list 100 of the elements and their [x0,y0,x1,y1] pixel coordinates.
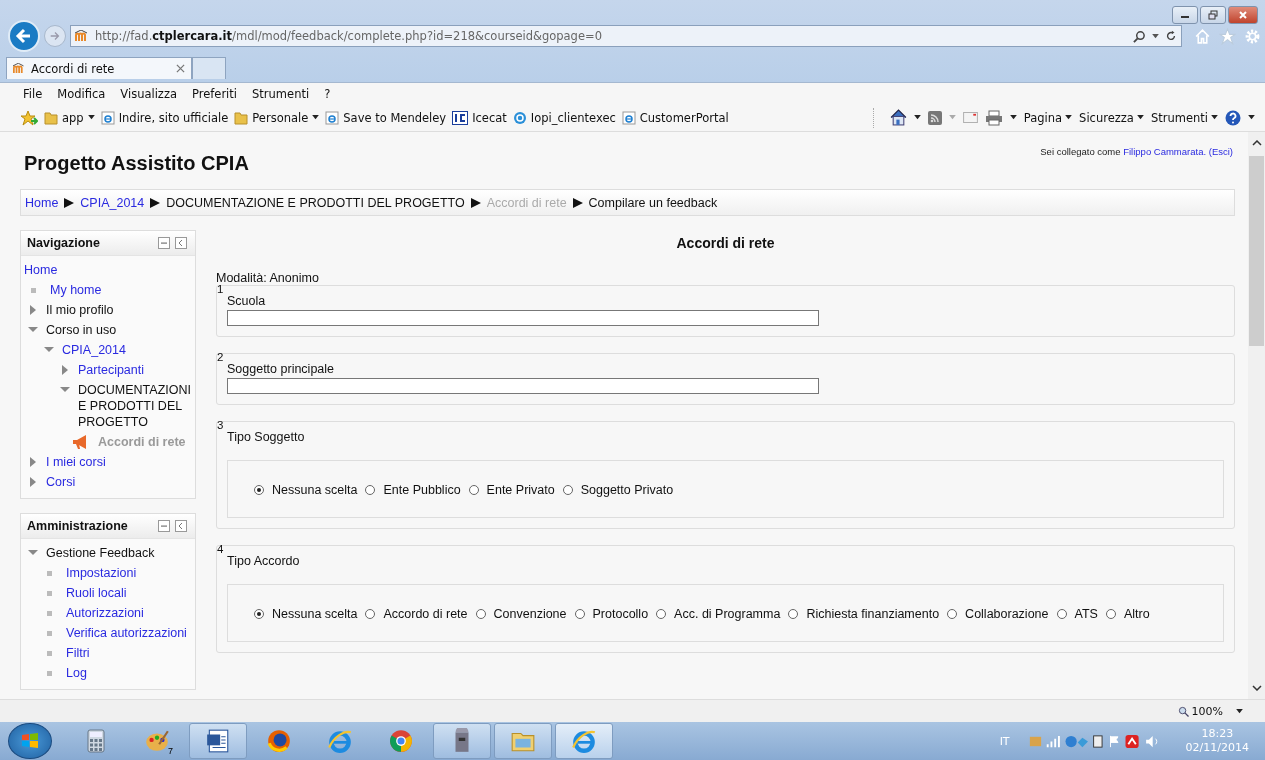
collapsed-arrow-icon[interactable] [28,477,38,487]
taskbar-button[interactable] [189,723,247,759]
mail-icon[interactable] [962,112,978,123]
windows-logo-icon[interactable] [20,731,40,751]
radio-button[interactable] [365,485,376,495]
caret-icon[interactable] [1211,115,1218,120]
favorite-link[interactable]: Personale [234,110,320,125]
nav-link[interactable]: Log [66,665,87,681]
radio-button[interactable] [1056,609,1067,619]
text-field[interactable] [227,378,819,394]
radio-option[interactable]: Ente Privato [468,483,555,497]
help-icon[interactable] [1225,109,1241,126]
user-link[interactable]: Filippo Cammarata. [1123,146,1207,157]
radio-option[interactable]: Ente Pubblico [365,483,461,497]
nav-link[interactable]: Impostazioni [66,565,137,581]
dock-icon[interactable] [175,520,187,532]
nav-link[interactable]: Filtri [66,645,90,661]
favorites-star-icon[interactable] [20,109,38,126]
favorite-link[interactable]: app [44,110,95,125]
favorite-link[interactable]: Save to Mendeley [325,110,447,125]
radio-button[interactable] [656,609,667,619]
menu-item[interactable]: Preferiti [192,86,238,101]
caret-icon[interactable] [87,115,95,120]
caret-icon[interactable] [913,115,921,120]
paint-palette-icon[interactable] [144,728,170,754]
nav-link[interactable]: I miei corsi [46,454,106,470]
nav-link[interactable]: Gestione Feedback [46,545,155,561]
scroll-down-icon[interactable] [1251,685,1262,691]
close-icon[interactable] [1238,10,1248,20]
menu-item[interactable]: ? [324,86,331,101]
text-field[interactable] [227,310,819,326]
collapsed-arrow-icon[interactable] [60,365,70,375]
radio-button[interactable] [947,609,958,619]
caret-icon[interactable] [312,115,320,120]
printer-icon[interactable] [984,109,1003,126]
home-icon[interactable] [889,109,907,126]
collapsed-arrow-icon[interactable] [28,457,38,467]
expanded-arrow-icon[interactable] [28,548,38,558]
browser-tab[interactable]: Accordi di rete [6,57,192,79]
menu-item[interactable]: Modifica [57,86,106,101]
menu-item[interactable]: File [23,86,43,101]
radio-button[interactable] [254,609,264,619]
rss-feed-icon[interactable] [927,110,942,125]
radio-button[interactable] [1105,609,1116,619]
radio-option[interactable]: Accordo di rete [365,607,468,621]
taskbar-button[interactable]: 7 [128,723,186,759]
caret-icon[interactable] [1065,115,1073,120]
radio-button[interactable] [254,485,264,495]
command-menu[interactable]: Sicurezza [1079,110,1144,125]
firefox-icon[interactable] [266,728,292,754]
radio-button[interactable] [475,609,486,619]
nav-link[interactable]: Autorizzazioni [66,605,144,621]
nav-link[interactable]: Il mio profilo [46,302,114,318]
nav-link[interactable]: CPIA_2014 [62,342,126,358]
nav-link[interactable]: Corso in uso [46,322,117,338]
caret-icon[interactable] [1248,115,1255,120]
radio-option[interactable]: Nessuna scelta [254,607,358,621]
address-field[interactable]: http://fad.ctplercara.it/mdl/mod/feedback/complete.php?id=218&courseid&gopage=0 [70,25,1182,47]
expanded-arrow-icon[interactable] [60,385,70,395]
taskbar-button[interactable] [555,723,613,759]
refresh-icon[interactable] [1165,30,1177,42]
caret-icon[interactable] [1136,115,1144,120]
calculator-icon[interactable] [84,729,108,753]
radio-option[interactable]: ATS [1056,607,1098,621]
radio-option[interactable]: Altro [1105,607,1150,621]
menu-item[interactable]: Visualizza [120,86,177,101]
radio-option[interactable]: Protocollo [574,607,649,621]
dock-icon[interactable] [175,237,187,249]
nav-link[interactable]: My home [50,282,102,298]
breadcrumb-item[interactable]: CPIA_2014 [80,195,145,210]
close-button[interactable] [1228,6,1258,24]
radio-button[interactable] [562,485,573,495]
radio-option[interactable]: Nessuna scelta [254,483,358,497]
scroll-up-icon[interactable] [1251,140,1262,146]
caret-icon[interactable] [1009,115,1017,120]
close-tab-icon[interactable] [176,64,185,73]
collapse-icon[interactable] [158,520,170,532]
internet-explorer-icon[interactable] [571,728,597,754]
document-icon[interactable] [205,728,231,754]
caret-icon[interactable] [1236,708,1243,714]
radio-button[interactable] [574,609,585,619]
restore-icon[interactable] [1208,10,1218,20]
zoom-control[interactable]: 100% [1177,704,1243,718]
radio-option[interactable]: Collaborazione [947,607,1049,621]
nav-link[interactable]: Home [24,260,192,280]
start-button[interactable] [8,723,52,759]
caret-icon[interactable] [1152,33,1159,39]
nav-link[interactable]: Partecipanti [78,362,144,378]
restore-button[interactable] [1200,6,1226,24]
nav-link[interactable]: DOCUMENTAZIONI E PRODOTTI DEL PROGETTO [78,382,192,430]
nav-link[interactable]: Verifica autorizzazioni [66,625,187,641]
vertical-scrollbar[interactable] [1248,132,1265,699]
breadcrumb-item[interactable]: Home [25,195,59,210]
logout-link[interactable]: (Esci) [1208,146,1233,157]
radio-option[interactable]: Acc. di Programma [656,607,781,621]
menu-item[interactable]: Strumenti [252,86,310,101]
minimize-button[interactable] [1172,6,1198,24]
nav-link[interactable]: Ruoli locali [66,585,127,601]
radio-option[interactable]: Richiesta finanziamento [788,607,940,621]
chrome-icon[interactable] [388,728,414,754]
